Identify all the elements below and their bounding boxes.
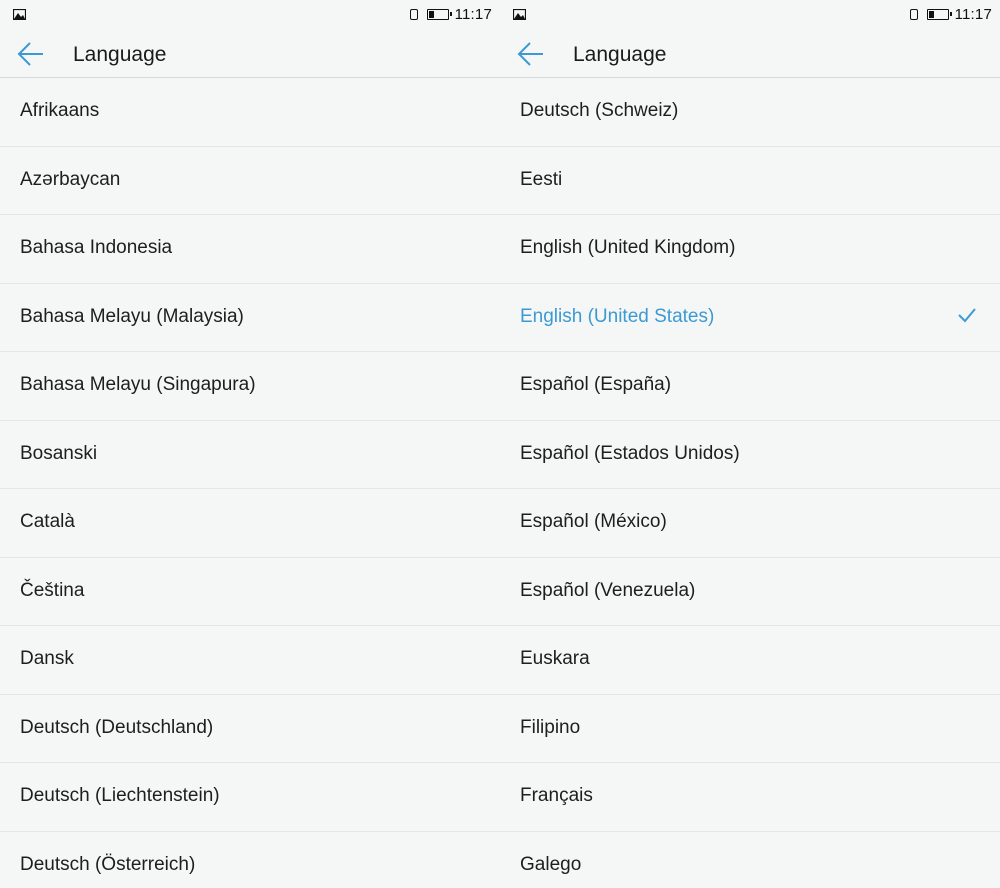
language-list: Deutsch (Schweiz) Eesti English (United …	[500, 78, 1000, 888]
sim-card-icon	[409, 9, 418, 20]
language-label: Bahasa Melayu (Malaysia)	[20, 305, 244, 327]
language-screen-left: 11:17 Language Afrikaans Azərbaycan Baha…	[0, 0, 500, 888]
language-item[interactable]: Español (Venezuela)	[500, 558, 1000, 626]
image-notification-icon	[13, 9, 26, 20]
language-label: Galego	[520, 853, 582, 875]
language-item[interactable]: Azərbaycan	[0, 147, 500, 215]
language-item[interactable]: Čeština	[0, 558, 500, 626]
language-item[interactable]: Galego	[500, 832, 1000, 888]
language-label: Deutsch (Österreich)	[20, 853, 196, 875]
language-item[interactable]: Deutsch (Deutschland)	[0, 695, 500, 763]
language-label: Deutsch (Liechtenstein)	[20, 785, 220, 806]
status-bar: 11:17	[500, 0, 1000, 30]
language-label: Español (Estados Unidos)	[520, 442, 740, 464]
language-item[interactable]: Deutsch (Schweiz)	[500, 78, 1000, 147]
language-item[interactable]: Bahasa Melayu (Malaysia)	[0, 284, 500, 352]
page-title: Language	[573, 43, 667, 66]
arrow-left-icon[interactable]	[516, 39, 546, 69]
language-item[interactable]: Deutsch (Liechtenstein)	[0, 763, 500, 832]
status-time: 11:17	[454, 6, 492, 23]
language-item[interactable]: Català	[0, 489, 500, 558]
language-label: Español (España)	[520, 374, 672, 395]
language-item[interactable]: Français	[500, 763, 1000, 832]
language-label: Deutsch (Deutschland)	[20, 716, 214, 738]
battery-low-icon	[426, 9, 452, 20]
language-item[interactable]: Español (España)	[500, 352, 1000, 421]
page-title: Language	[73, 43, 167, 66]
language-label: Bahasa Melayu (Singapura)	[20, 374, 256, 395]
language-label: Español (Venezuela)	[520, 579, 696, 601]
language-item[interactable]: Filipino	[500, 695, 1000, 763]
checkmark-icon	[958, 307, 976, 322]
language-label: Català	[20, 511, 75, 532]
language-item[interactable]: Euskara	[500, 626, 1000, 695]
language-item[interactable]: Eesti	[500, 147, 1000, 215]
language-item[interactable]: Bahasa Indonesia	[0, 215, 500, 284]
language-label: English (United Kingdom)	[520, 237, 736, 258]
language-label: Bosanski	[20, 442, 98, 464]
language-label: Dansk	[20, 648, 74, 669]
battery-low-icon	[926, 9, 952, 20]
screenshot-pair: 11:17 Language Afrikaans Azərbaycan Baha…	[0, 0, 1000, 888]
language-item-selected[interactable]: English (United States)	[500, 284, 1000, 352]
language-label: Filipino	[520, 716, 581, 738]
language-item[interactable]: Bahasa Melayu (Singapura)	[0, 352, 500, 421]
language-label: Deutsch (Schweiz)	[520, 100, 679, 121]
language-item[interactable]: Español (Estados Unidos)	[500, 421, 1000, 489]
status-bar: 11:17	[0, 0, 500, 30]
language-item[interactable]: Español (México)	[500, 489, 1000, 558]
image-notification-icon	[513, 9, 526, 20]
language-item[interactable]: Dansk	[0, 626, 500, 695]
language-label: Azərbaycan	[20, 168, 121, 190]
app-bar: Language	[500, 30, 1000, 78]
sim-card-icon	[909, 9, 918, 20]
language-label: Bahasa Indonesia	[20, 237, 173, 258]
language-label: Français	[520, 785, 593, 806]
language-screen-right: 11:17 Language Deutsch (Schweiz) Eesti E…	[500, 0, 1000, 888]
arrow-left-icon[interactable]	[16, 39, 46, 69]
language-label: Afrikaans	[20, 100, 100, 121]
language-label: Español (México)	[520, 511, 667, 532]
language-item[interactable]: Deutsch (Österreich)	[0, 832, 500, 888]
language-item[interactable]: English (United Kingdom)	[500, 215, 1000, 284]
language-item[interactable]: Afrikaans	[0, 78, 500, 147]
language-list: Afrikaans Azərbaycan Bahasa Indonesia Ba…	[0, 78, 500, 888]
language-label: Čeština	[20, 579, 85, 601]
status-time: 11:17	[954, 6, 992, 23]
language-item[interactable]: Bosanski	[0, 421, 500, 489]
language-label: Eesti	[520, 168, 563, 190]
app-bar: Language	[0, 30, 500, 78]
language-label: Euskara	[520, 648, 590, 669]
language-label: English (United States)	[520, 305, 715, 327]
